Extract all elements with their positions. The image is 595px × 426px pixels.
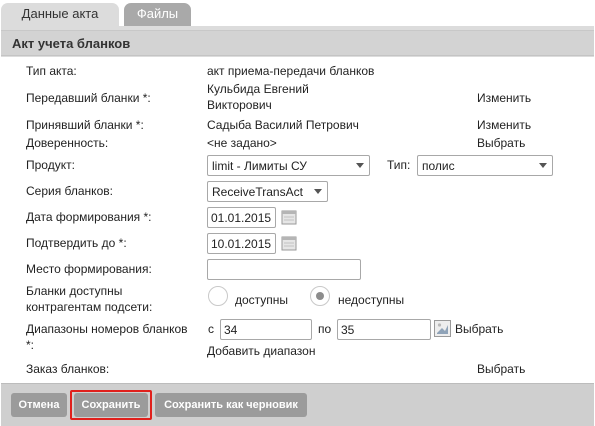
product-label: Продукт: xyxy=(26,158,75,172)
created-date-label: Дата формирования *: xyxy=(26,210,152,224)
radio-selected-dot xyxy=(316,292,324,300)
act-type-value: акт приема-передачи бланков xyxy=(207,64,375,78)
chevron-down-icon xyxy=(356,163,364,168)
add-range-link[interactable]: Добавить диапазон xyxy=(207,344,315,359)
tab-act-data[interactable]: Данные акта xyxy=(1,3,119,27)
receiver-change-link[interactable]: Изменить xyxy=(477,118,531,133)
save-button[interactable]: Сохранить xyxy=(74,393,148,417)
available-radio-label: доступны xyxy=(235,293,289,307)
cancel-button[interactable]: Отмена xyxy=(11,393,67,417)
product-select-value: limit - Лимиты СУ xyxy=(212,159,307,173)
availability-label-line2: контрагентам подсети: xyxy=(26,300,153,314)
confirm-until-label: Подтвердить до *: xyxy=(26,236,127,250)
button-bar: Отмена Сохранить Сохранить как черновик xyxy=(1,383,594,426)
chevron-down-icon xyxy=(314,189,322,194)
tab-bar: Данные акта Файлы xyxy=(0,0,595,27)
form-panel: Акт учета бланков Тип акта: акт приема-п… xyxy=(1,26,594,426)
range-select-link[interactable]: Выбрать xyxy=(455,322,503,337)
type-label: Тип: xyxy=(387,158,411,172)
save-draft-button[interactable]: Сохранить как черновик xyxy=(155,393,307,417)
type-select[interactable]: полис xyxy=(417,155,553,176)
available-radio[interactable] xyxy=(208,286,228,306)
range-from-input[interactable] xyxy=(220,319,312,340)
confirm-until-input[interactable] xyxy=(207,233,276,254)
unavailable-radio[interactable] xyxy=(310,286,330,306)
tab-files[interactable]: Файлы xyxy=(124,3,191,27)
product-select[interactable]: limit - Лимиты СУ xyxy=(207,155,370,176)
series-select-value: ReceiveTransAct xyxy=(212,185,303,199)
receiver-label: Принявший бланки *: xyxy=(26,118,144,132)
act-type-label: Тип акта: xyxy=(26,64,77,78)
form-body: Тип акта: акт приема-передачи бланков Пе… xyxy=(1,57,594,383)
ranges-label-line1: Диапазоны номеров бланков xyxy=(26,322,188,336)
order-select-link[interactable]: Выбрать xyxy=(477,362,525,377)
sender-value-line1: Кульбида Евгений xyxy=(207,82,309,96)
availability-label-line1: Бланки доступны xyxy=(26,284,123,298)
form-header: Акт учета бланков xyxy=(1,30,594,56)
ranges-label-line2: *: xyxy=(26,338,35,352)
range-to-input[interactable] xyxy=(337,319,431,340)
sender-value-line2: Викторович xyxy=(207,98,272,112)
receiver-value: Садыба Василий Петрович xyxy=(207,118,359,132)
series-label: Серия бланков: xyxy=(26,184,113,198)
proxy-label: Доверенность: xyxy=(26,136,109,150)
proxy-value: <не задано> xyxy=(207,136,277,150)
unavailable-radio-label: недоступны xyxy=(338,293,405,307)
calendar-icon[interactable] xyxy=(281,235,297,251)
place-label: Место формирования: xyxy=(26,262,152,276)
type-select-value: полис xyxy=(422,159,455,173)
series-select[interactable]: ReceiveTransAct xyxy=(207,181,328,202)
picker-icon[interactable] xyxy=(434,320,451,337)
place-input[interactable] xyxy=(207,259,361,280)
chevron-down-icon xyxy=(539,163,547,168)
created-date-input[interactable] xyxy=(207,207,276,228)
order-label: Заказ бланков: xyxy=(26,362,110,376)
range-to-label: по xyxy=(318,322,332,336)
range-from-label: с xyxy=(208,322,214,336)
calendar-icon[interactable] xyxy=(281,209,297,225)
sender-change-link[interactable]: Изменить xyxy=(477,91,531,106)
form-title: Акт учета бланков xyxy=(12,36,131,51)
sender-label: Передавший бланки *: xyxy=(26,91,151,105)
proxy-select-link[interactable]: Выбрать xyxy=(477,136,525,151)
